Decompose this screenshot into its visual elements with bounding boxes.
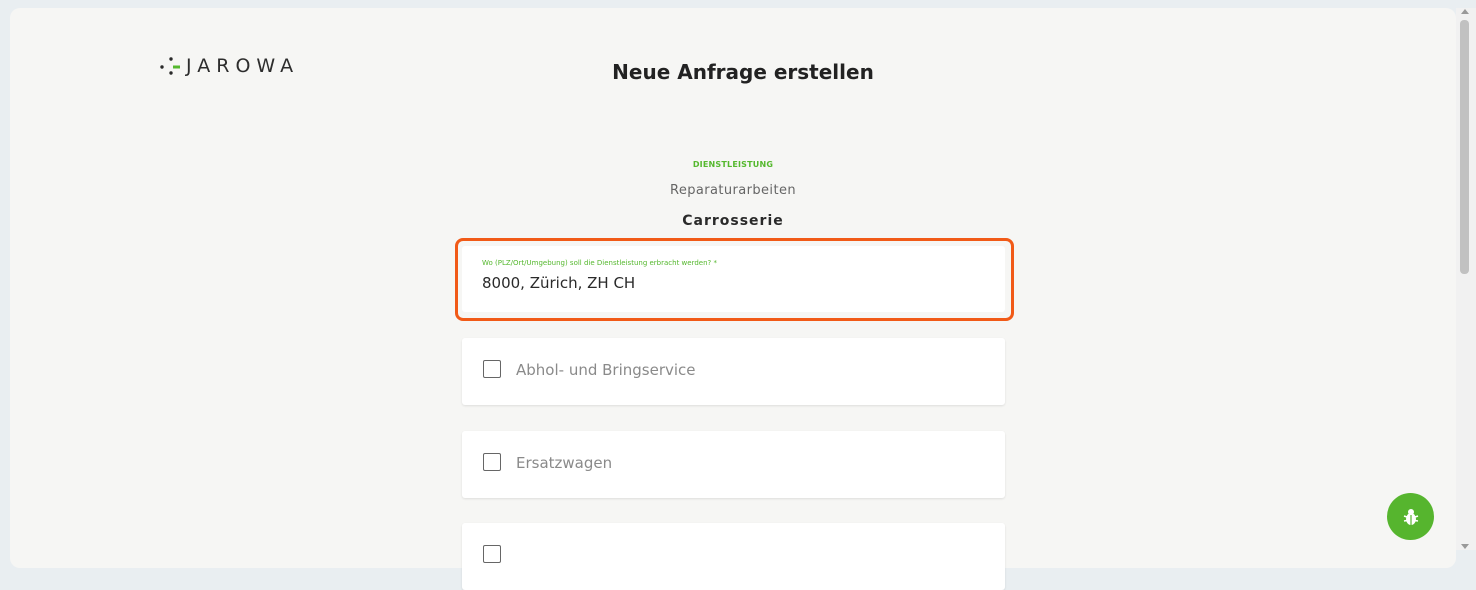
third-option-checkbox[interactable] [483,545,501,563]
service-name: Carrosserie [682,213,784,229]
option-label: Ersatzwagen [516,454,613,472]
option-replacement-car[interactable]: Ersatzwagen [462,431,1005,498]
section-label: DIENSTLEISTUNG [692,160,774,169]
scroll-thumb[interactable] [1460,20,1469,274]
scroll-up-icon[interactable] [1461,9,1469,14]
option-third[interactable] [462,523,1005,590]
option-pickup-delivery[interactable]: Abhol- und Bringservice [462,338,1005,405]
vertical-scrollbar[interactable] [1456,8,1476,550]
service-category: Reparaturarbeiten [670,183,796,198]
replacement-car-checkbox[interactable] [483,453,501,471]
scroll-down-icon[interactable] [1461,544,1469,549]
focus-highlight [455,238,1014,321]
report-bug-button[interactable] [1387,493,1434,540]
option-label: Abhol- und Bringservice [516,361,696,379]
page-title: Neue Anfrage erstellen [612,60,874,84]
bug-icon [1403,508,1418,525]
pickup-delivery-checkbox[interactable] [483,360,501,378]
